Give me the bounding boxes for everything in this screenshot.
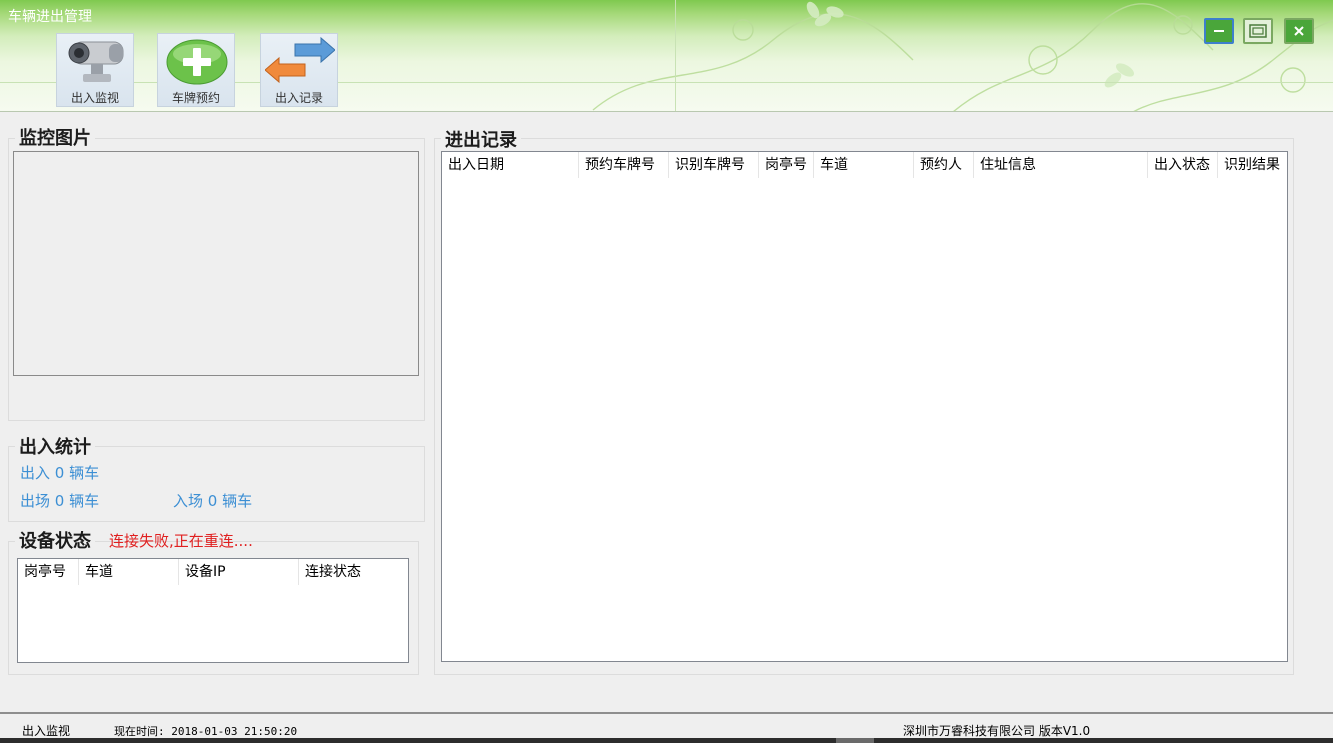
minimize-icon — [1214, 30, 1224, 32]
toolbar-button-label: 车牌预约 — [171, 91, 220, 105]
stat-enter: 入场 0 辆车 — [173, 492, 253, 510]
column-header[interactable]: 设备IP — [179, 559, 299, 585]
records-list[interactable]: 出入日期 预约车牌号 识别车牌号 岗亭号 车道 预约人 住址信息 出入状态 识别… — [441, 151, 1288, 662]
column-header[interactable]: 住址信息 — [974, 152, 1148, 178]
column-header[interactable]: 出入日期 — [442, 152, 579, 178]
floral-decoration — [592, 1, 1333, 111]
toolbar-button-records[interactable]: 出入记录 — [260, 33, 338, 107]
maximize-button[interactable] — [1243, 18, 1273, 44]
toolbar-button-label: 出入监视 — [70, 91, 119, 105]
column-header[interactable]: 出入状态 — [1148, 152, 1218, 178]
minimize-button[interactable] — [1204, 18, 1234, 44]
camera-icon — [68, 41, 124, 82]
monitor-picture — [13, 151, 419, 376]
toolbar-button-label: 出入记录 — [274, 91, 323, 105]
column-header[interactable]: 岗亭号 — [759, 152, 814, 178]
toolbar-button-reserve[interactable]: 车牌预约 — [157, 33, 235, 107]
status-time: 现在时间: 2018-01-03 21:50:20 — [114, 725, 298, 738]
window-title: 车辆进出管理 — [8, 9, 92, 25]
device-status-text: 连接失败,正在重连.... — [109, 532, 253, 550]
stats-title: 出入统计 — [15, 433, 95, 459]
status-mode: 出入监视 — [22, 724, 71, 738]
column-header[interactable]: 识别结果 — [1218, 152, 1287, 178]
monitor-title: 监控图片 — [15, 124, 95, 150]
swap-arrows-icon — [265, 36, 335, 84]
column-header[interactable]: 车道 — [814, 152, 914, 178]
status-company: 深圳市万睿科技有限公司 版本V1.0 — [903, 724, 1091, 738]
device-list[interactable]: 岗亭号 车道 设备IP 连接状态 — [17, 558, 409, 663]
maximize-icon — [1249, 24, 1267, 38]
title-toolbar-area: 车辆进出管理 出入监视 车牌预约 出入记录 — [0, 0, 1333, 112]
device-title: 设备状态 — [15, 527, 95, 553]
column-header[interactable]: 车道 — [79, 559, 179, 585]
column-header[interactable]: 岗亭号 — [18, 559, 79, 585]
toolbar-button-monitor[interactable]: 出入监视 — [56, 33, 134, 107]
column-header[interactable]: 预约车牌号 — [579, 152, 669, 178]
records-list-header: 出入日期 预约车牌号 识别车牌号 岗亭号 车道 预约人 住址信息 出入状态 识别… — [442, 152, 1287, 178]
column-header[interactable]: 预约人 — [914, 152, 974, 178]
close-icon — [1294, 26, 1304, 36]
plus-circle-icon — [166, 39, 228, 85]
stat-exit: 出场 0 辆车 — [20, 492, 100, 510]
column-header[interactable]: 连接状态 — [299, 559, 408, 585]
stat-entry: 出入 0 辆车 — [20, 464, 100, 482]
records-title: 进出记录 — [441, 126, 521, 152]
device-list-header: 岗亭号 车道 设备IP 连接状态 — [18, 559, 408, 585]
column-header[interactable]: 识别车牌号 — [669, 152, 759, 178]
taskbar-strip — [0, 738, 1333, 743]
close-button[interactable] — [1284, 18, 1314, 44]
